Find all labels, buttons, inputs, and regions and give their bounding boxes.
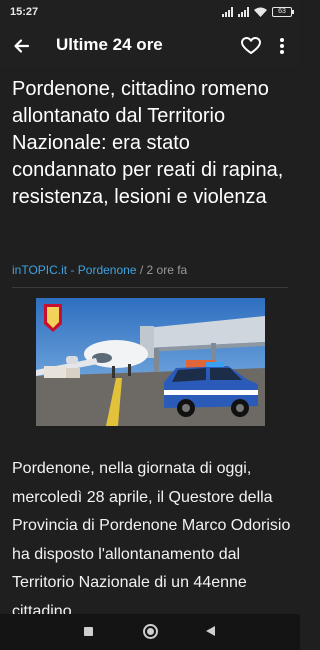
heart-outline-icon bbox=[241, 37, 261, 54]
system-nav-bar bbox=[0, 614, 300, 650]
signal-icon bbox=[222, 7, 233, 17]
divider bbox=[12, 287, 288, 288]
square-icon[interactable] bbox=[84, 627, 93, 636]
meta-separator: / bbox=[136, 263, 147, 277]
arrow-left-icon bbox=[14, 39, 30, 53]
more-options-button[interactable] bbox=[270, 32, 294, 60]
status-time: 15:27 bbox=[10, 6, 39, 18]
app-bar: Ultime 24 ore bbox=[0, 24, 300, 68]
article-headline: Pordenone, cittadino romeno allontanato … bbox=[12, 78, 284, 208]
airport-police-photo bbox=[36, 298, 265, 426]
source-link[interactable]: inTOPIC.it - Pordenone bbox=[12, 263, 137, 277]
status-icons: 63 bbox=[222, 6, 294, 18]
back-button[interactable] bbox=[8, 32, 36, 60]
more-vert-icon bbox=[280, 38, 284, 54]
status-bar: 15:27 63 bbox=[0, 0, 300, 24]
time-ago: 2 ore fa bbox=[146, 263, 188, 277]
page-title: Ultime 24 ore bbox=[56, 35, 163, 54]
signal-icon-2 bbox=[238, 7, 249, 17]
circle-icon[interactable] bbox=[143, 624, 158, 639]
article-body: Pordenone, nella giornata di oggi, merco… bbox=[12, 460, 291, 620]
battery-icon: 63 bbox=[272, 7, 294, 17]
favorite-button[interactable] bbox=[238, 32, 264, 60]
article-meta: inTOPIC.it - Pordenone / 2 ore fa bbox=[12, 263, 187, 277]
triangle-back-icon[interactable] bbox=[206, 626, 215, 636]
article-image[interactable] bbox=[36, 298, 265, 426]
wifi-icon bbox=[254, 7, 267, 17]
